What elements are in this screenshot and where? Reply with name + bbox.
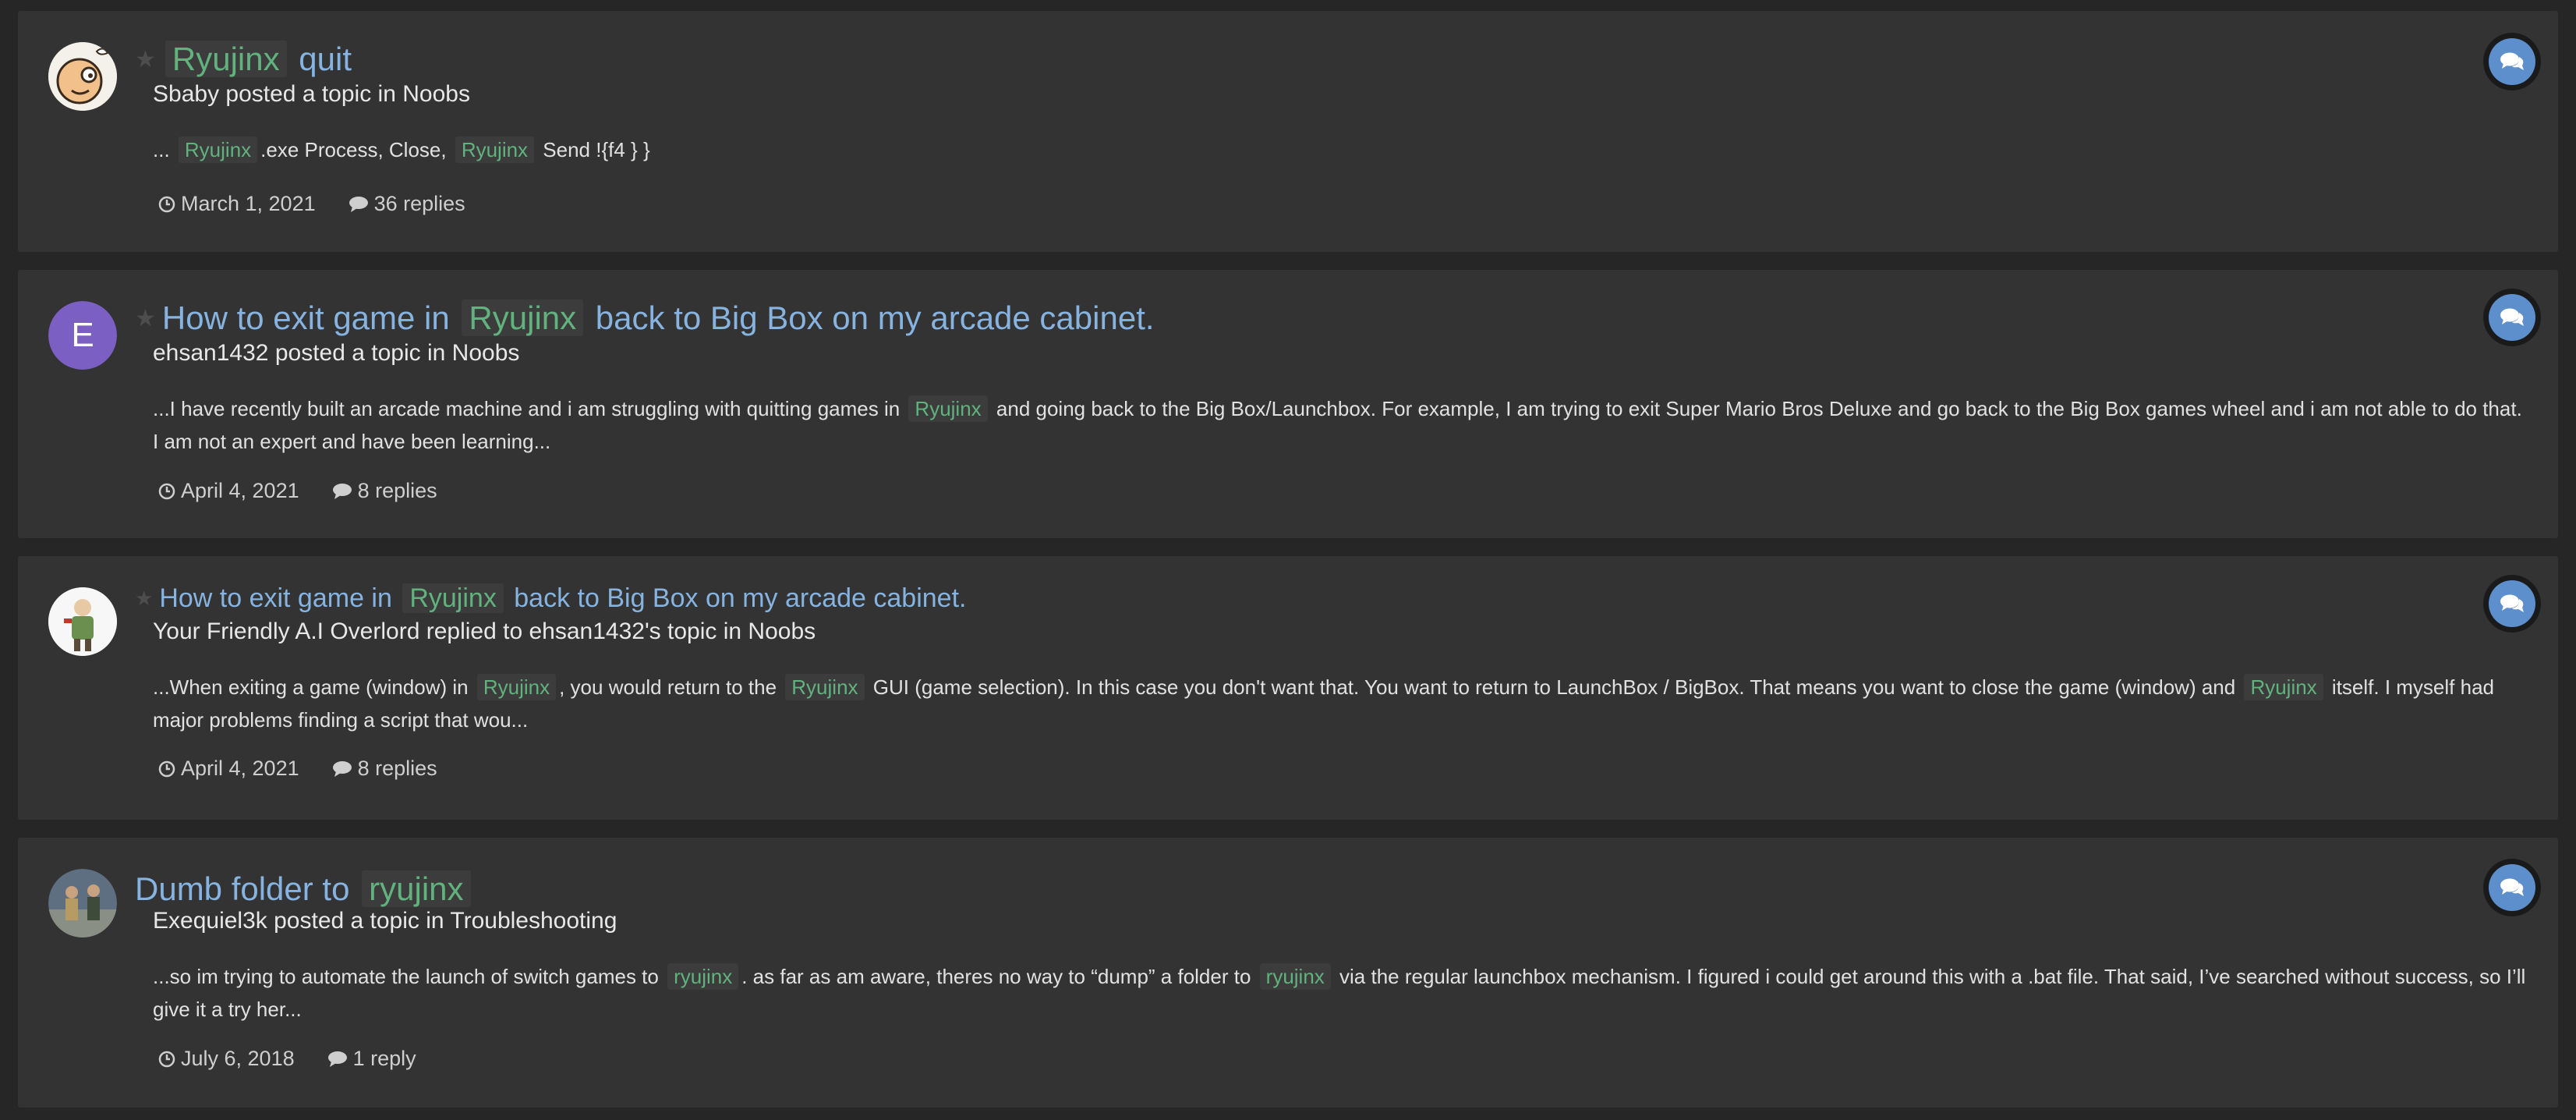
search-highlight: Ryujinx [402,583,504,613]
avatar[interactable] [48,587,117,656]
author-link[interactable]: Sbaby [153,81,219,107]
topic-title-link[interactable]: Dumb folder to ryujinx [135,870,474,908]
avatar[interactable] [48,869,117,937]
clock-icon [158,483,175,499]
search-highlight: Ryujinx [165,41,287,77]
comments-icon [2483,33,2541,90]
svg-text:E: E [71,316,94,354]
result-title: ★ How to exit game in Ryujinx back to Bi… [135,295,1155,342]
result-meta: April 4, 2021 8 replies [158,757,470,781]
result-date: April 4, 2021 [158,479,299,503]
search-highlight: Ryujinx [455,136,535,163]
avatar[interactable] [48,42,117,111]
action-text: posted a topic in [274,340,446,366]
action-text: posted a topic in [225,81,396,107]
result-date: March 1, 2021 [158,192,316,216]
result-snippet: ...I have recently built an arcade machi… [153,395,2522,453]
star-icon[interactable]: ★ [135,305,156,332]
result-replies[interactable]: 8 replies [332,479,437,503]
forum-link[interactable]: Troubleshooting [450,908,617,934]
search-highlight: Ryujinx [476,674,557,700]
result-title: ★ Ryujinx quit [135,36,352,83]
search-highlight: Ryujinx [2244,674,2323,700]
topic-title-link[interactable]: How to exit game in Ryujinx back to Big … [159,583,966,614]
comment-icon [332,760,352,777]
search-highlight: Ryujinx [462,299,584,336]
clock-icon [158,760,175,777]
result-byline: Your Friendly A.I Overlord replied to eh… [153,618,816,645]
star-icon[interactable]: ★ [135,46,156,73]
comments-icon [2483,575,2541,633]
search-highlight: Ryujinx [785,674,865,700]
comment-icon [332,483,352,499]
star-icon[interactable]: ★ [135,587,153,611]
result-meta: April 4, 2021 8 replies [158,479,470,503]
result-replies[interactable]: 8 replies [332,757,437,781]
clock-icon [158,1051,175,1067]
topic-title-link[interactable]: Ryujinx quit [162,41,352,78]
forum-link[interactable]: Noobs [402,81,470,107]
result-snippet: ...When exiting a game (window) in Ryuji… [153,674,2494,732]
result-snippet: ...so im trying to automate the launch o… [153,963,2526,1021]
search-result: ★ Ryujinx quit Sbaby posted a topic in N… [18,11,2558,252]
author-link[interactable]: ehsan1432 [153,340,268,366]
result-snippet: ... Ryujinx .exe Process, Close, Ryujinx … [153,136,650,163]
result-byline: Sbaby posted a topic in Noobs [153,81,470,108]
search-highlight: Ryujinx [178,136,258,163]
search-result: Dumb folder to ryujinx Exequiel3k posted… [18,838,2558,1108]
comments-icon [2483,859,2541,916]
comments-icon [2483,289,2541,346]
result-title: Dumb folder to ryujinx [135,866,474,913]
result-title: ★ How to exit game in Ryujinx back to Bi… [135,578,966,618]
search-highlight: ryujinx [1259,963,1331,990]
action-text: posted a topic in [274,908,444,934]
search-result: E ★ How to exit game in Ryujinx back to … [18,270,2558,538]
comment-icon [327,1051,347,1067]
result-byline: ehsan1432 posted a topic in Noobs [153,340,519,367]
result-meta: March 1, 2021 36 replies [158,192,498,216]
result-byline: Exequiel3k posted a topic in Troubleshoo… [153,908,617,934]
forum-link[interactable]: Noobs [452,340,520,366]
result-replies[interactable]: 1 reply [327,1047,416,1071]
topic-title-link[interactable]: How to exit game in Ryujinx back to Big … [162,299,1155,337]
result-replies[interactable]: 36 replies [349,192,465,216]
result-date: July 6, 2018 [158,1047,295,1071]
search-highlight: Ryujinx [908,395,988,422]
search-highlight: ryujinx [667,963,739,990]
clock-icon [158,196,175,212]
author-link[interactable]: Your Friendly A.I Overlord [153,618,419,644]
avatar[interactable]: E [48,301,117,370]
search-highlight: ryujinx [362,870,471,907]
search-result: ★ How to exit game in Ryujinx back to Bi… [18,556,2558,820]
forum-link[interactable]: Noobs [748,618,816,644]
action-text: replied to ehsan1432's topic in [426,618,742,644]
result-meta: July 6, 2018 1 reply [158,1047,449,1071]
comment-icon [349,196,368,212]
result-date: April 4, 2021 [158,757,299,781]
author-link[interactable]: Exequiel3k [153,908,267,934]
